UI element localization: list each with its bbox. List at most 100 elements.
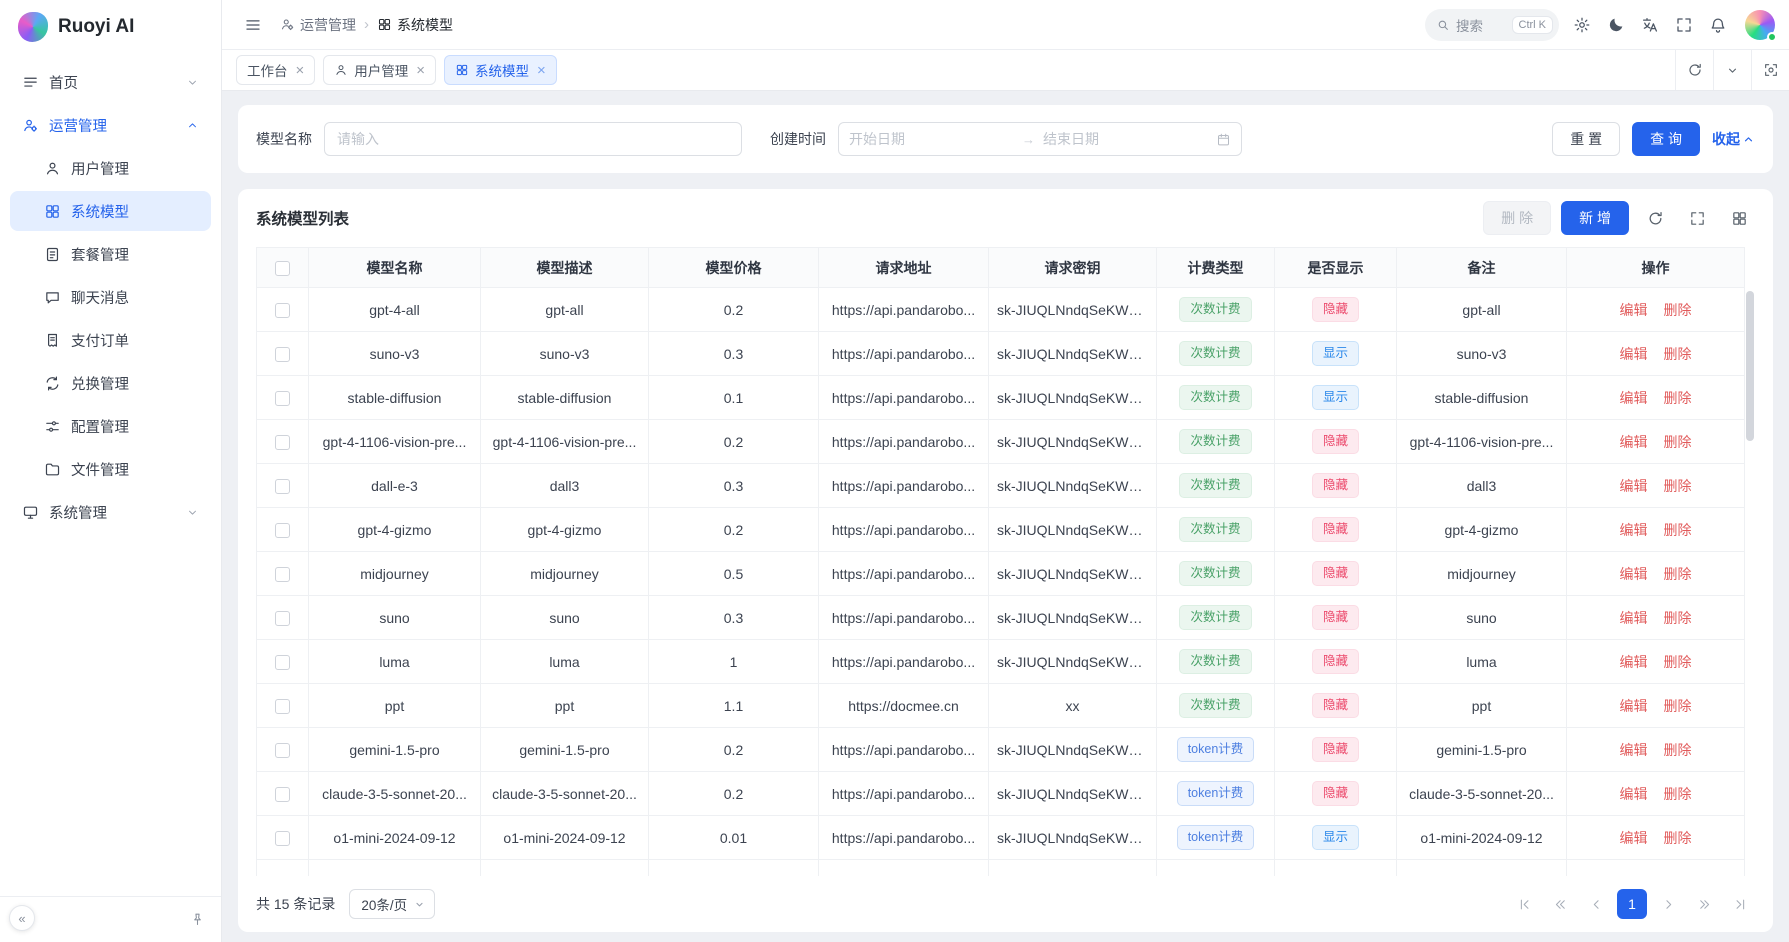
date-range-picker[interactable]: → (838, 122, 1242, 156)
row-checkbox[interactable] (275, 743, 290, 758)
sidebar-item-system-management[interactable]: 系统管理 (10, 492, 211, 532)
locale-button[interactable] (1633, 8, 1667, 42)
tab-user-management[interactable]: 用户管理× (323, 55, 436, 85)
row-checkbox[interactable] (275, 435, 290, 450)
billing-type-tag: 次数计费 (1179, 517, 1251, 542)
delete-link[interactable]: 删除 (1664, 434, 1692, 450)
theme-button[interactable] (1599, 8, 1633, 42)
tab-close-icon[interactable]: × (416, 63, 425, 78)
cell-remark: dall3 (1397, 464, 1567, 508)
delete-link[interactable]: 删除 (1664, 522, 1692, 538)
edit-link[interactable]: 编辑 (1620, 566, 1648, 582)
edit-link[interactable]: 编辑 (1620, 346, 1648, 362)
query-button[interactable]: 查 询 (1632, 122, 1700, 156)
search-input[interactable]: 搜索 Ctrl K (1425, 9, 1559, 41)
delete-link[interactable]: 删除 (1664, 566, 1692, 582)
tab-refresh-button[interactable] (1675, 50, 1713, 90)
sidebar-item-redeem-management[interactable]: 兑换管理 (10, 363, 211, 403)
breadcrumb-item-system-model[interactable]: 系统模型 (377, 15, 453, 35)
delete-link[interactable]: 删除 (1664, 610, 1692, 626)
edit-link[interactable]: 编辑 (1620, 830, 1648, 846)
edit-link[interactable]: 编辑 (1620, 390, 1648, 406)
settings-button[interactable] (1565, 8, 1599, 42)
sidebar-item-system-model[interactable]: 系统模型 (10, 191, 211, 231)
tab-close-icon[interactable]: × (537, 63, 546, 78)
edit-link[interactable]: 编辑 (1620, 654, 1648, 670)
delete-link[interactable]: 删除 (1664, 654, 1692, 670)
reset-button[interactable]: 重 置 (1552, 122, 1620, 156)
row-checkbox[interactable] (275, 787, 290, 802)
edit-link[interactable]: 编辑 (1620, 786, 1648, 802)
model-name-input[interactable] (324, 122, 742, 156)
table-refresh-button[interactable] (1639, 202, 1671, 234)
batch-delete-button[interactable]: 删 除 (1483, 201, 1551, 235)
app-logo[interactable]: Ruoyi AI (0, 0, 221, 54)
delete-link[interactable]: 删除 (1664, 742, 1692, 758)
avatar[interactable] (1745, 10, 1775, 40)
edit-link[interactable]: 编辑 (1620, 302, 1648, 318)
first-page-button[interactable] (1509, 889, 1539, 919)
sidebar-item-payment-orders[interactable]: 支付订单 (10, 320, 211, 360)
sidebar-item-file-management[interactable]: 文件管理 (10, 449, 211, 489)
row-checkbox[interactable] (275, 655, 290, 670)
row-checkbox[interactable] (275, 699, 290, 714)
delete-link[interactable]: 删除 (1664, 390, 1692, 406)
jump-forward-button[interactable] (1689, 889, 1719, 919)
sidebar-item-config-management[interactable]: 配置管理 (10, 406, 211, 446)
sidebar-collapse-button[interactable]: « (9, 905, 35, 931)
select-all-checkbox[interactable] (275, 261, 290, 276)
sidebar-item-chat-messages[interactable]: 聊天消息 (10, 277, 211, 317)
row-checkbox[interactable] (275, 479, 290, 494)
row-checkbox[interactable] (275, 611, 290, 626)
jump-back-button[interactable] (1545, 889, 1575, 919)
prev-page-button[interactable] (1581, 889, 1611, 919)
row-checkbox[interactable] (275, 347, 290, 362)
start-date-input[interactable] (849, 131, 1014, 147)
sidebar-item-operations[interactable]: 运营管理 (10, 105, 211, 145)
row-checkbox[interactable] (275, 831, 290, 846)
delete-link[interactable]: 删除 (1664, 346, 1692, 362)
edit-link[interactable]: 编辑 (1620, 478, 1648, 494)
tab-maximize-button[interactable] (1751, 50, 1789, 90)
table-scrollbar-thumb[interactable] (1746, 291, 1754, 441)
pin-icon[interactable] (190, 912, 205, 927)
edit-link[interactable]: 编辑 (1620, 522, 1648, 538)
row-checkbox[interactable] (275, 523, 290, 538)
collapse-filter-link[interactable]: 收起 (1712, 129, 1755, 149)
edit-link[interactable]: 编辑 (1620, 434, 1648, 450)
fullscreen-button[interactable] (1667, 8, 1701, 42)
last-page-button[interactable] (1725, 889, 1755, 919)
table-fullscreen-button[interactable] (1681, 202, 1713, 234)
notifications-button[interactable] (1701, 8, 1735, 42)
tab-close-icon[interactable]: × (296, 63, 305, 78)
breadcrumb-item-operations[interactable]: 运营管理 (280, 15, 356, 35)
tab-menu-button[interactable] (1713, 50, 1751, 90)
user-icon (44, 160, 61, 177)
column-settings-button[interactable] (1723, 202, 1755, 234)
edit-link[interactable]: 编辑 (1620, 742, 1648, 758)
delete-link[interactable]: 删除 (1664, 786, 1692, 802)
cell-model-desc: gpt-4-1106-vision-pre... (481, 420, 649, 464)
sidebar-item-home[interactable]: 首页 (10, 62, 211, 102)
delete-link[interactable]: 删除 (1664, 478, 1692, 494)
tab-workbench[interactable]: 工作台× (236, 55, 315, 85)
menu-toggle-button[interactable] (236, 8, 270, 42)
table-row: gpt-4-gizmogpt-4-gizmo0.2https://api.pan… (257, 508, 1745, 552)
page-1-button[interactable]: 1 (1617, 889, 1647, 919)
delete-link[interactable]: 删除 (1664, 302, 1692, 318)
delete-link[interactable]: 删除 (1664, 830, 1692, 846)
edit-link[interactable]: 编辑 (1620, 610, 1648, 626)
edit-link[interactable]: 编辑 (1620, 698, 1648, 714)
sidebar-item-package-management[interactable]: 套餐管理 (10, 234, 211, 274)
row-checkbox[interactable] (275, 567, 290, 582)
next-page-button[interactable] (1653, 889, 1683, 919)
sidebar-item-user-management[interactable]: 用户管理 (10, 148, 211, 188)
page-size-select[interactable]: 20条/页 (349, 889, 435, 919)
row-checkbox[interactable] (275, 303, 290, 318)
delete-link[interactable]: 删除 (1664, 698, 1692, 714)
end-date-input[interactable] (1043, 131, 1208, 147)
cell-model-desc: o1-mini-2024-09-12 (481, 816, 649, 860)
tab-system-model[interactable]: 系统模型× (444, 55, 557, 85)
row-checkbox[interactable] (275, 391, 290, 406)
add-button[interactable]: 新 增 (1561, 201, 1629, 235)
